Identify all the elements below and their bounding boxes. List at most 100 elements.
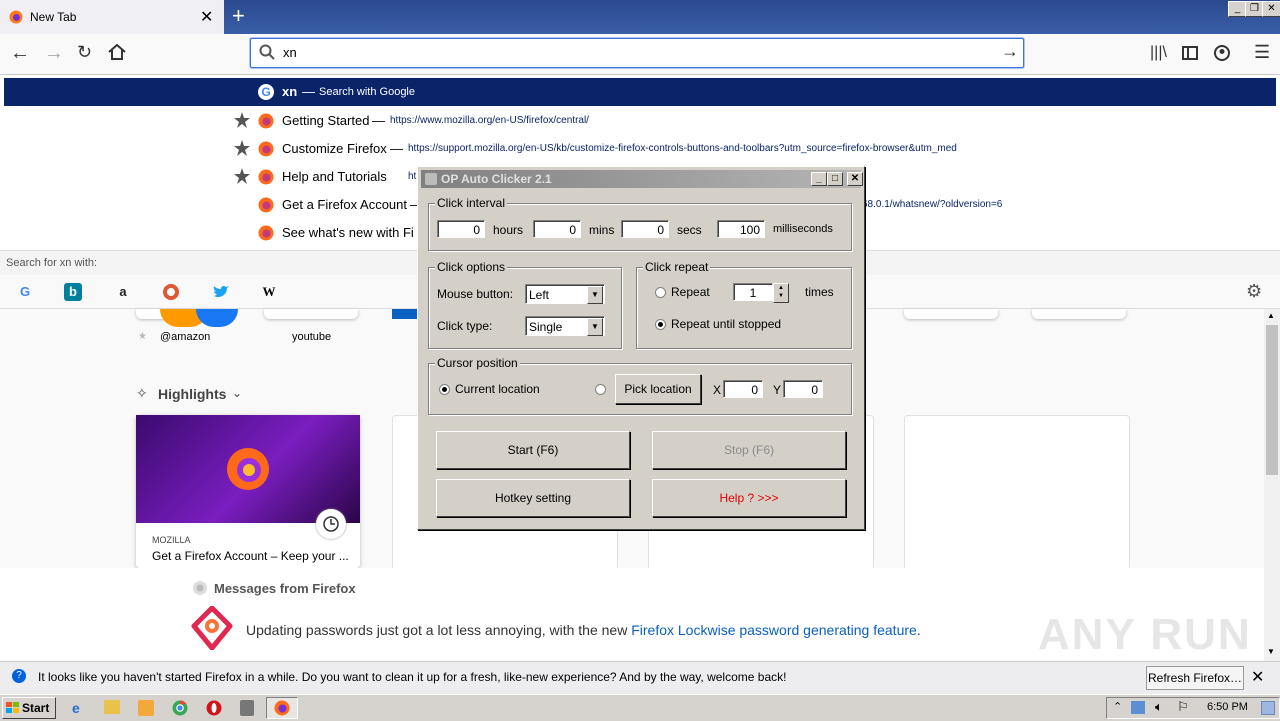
start-button[interactable]: Start (F6) bbox=[436, 431, 630, 469]
top-site-tile-youtube[interactable] bbox=[264, 309, 358, 319]
card-image bbox=[136, 415, 360, 523]
network-icon[interactable] bbox=[1131, 701, 1145, 714]
start-button[interactable]: Start bbox=[2, 697, 56, 719]
ie-icon[interactable]: e bbox=[72, 700, 88, 716]
go-arrow-icon[interactable]: → bbox=[1001, 41, 1019, 62]
start-label: Start bbox=[22, 701, 50, 715]
bing-engine-icon[interactable]: b bbox=[64, 283, 82, 301]
back-icon[interactable]: ← bbox=[10, 42, 30, 65]
url-bar[interactable]: xn → bbox=[250, 38, 1024, 68]
suggestion-row[interactable]: Getting Started — https://www.mozilla.or… bbox=[0, 107, 1280, 135]
scroll-up-arrow[interactable]: ▲ bbox=[1267, 311, 1275, 320]
folder-icon[interactable] bbox=[104, 700, 120, 714]
library-icon[interactable]: |||\ bbox=[1150, 44, 1167, 62]
mouse-button-select[interactable]: Left ▼ bbox=[525, 284, 605, 304]
current-location-radio[interactable] bbox=[439, 384, 450, 395]
stop-button[interactable]: Stop (F6) bbox=[652, 431, 846, 469]
suggestion-separator: — bbox=[302, 84, 315, 99]
hotkey-setting-button[interactable]: Hotkey setting bbox=[436, 479, 630, 517]
top-site-tile[interactable] bbox=[904, 309, 998, 319]
repeat-spinner[interactable]: ▲ ▼ bbox=[773, 283, 789, 303]
home-icon[interactable] bbox=[108, 44, 126, 60]
dialog-maximize-button[interactable]: □ bbox=[827, 172, 843, 186]
account-icon[interactable] bbox=[1214, 45, 1230, 61]
gear-icon[interactable]: ⚙ bbox=[1246, 281, 1262, 302]
volume-icon[interactable]: 🔈︎ bbox=[1155, 699, 1163, 715]
close-window-button[interactable]: ✕ bbox=[1262, 1, 1280, 17]
app-icon bbox=[425, 173, 437, 185]
message-text: Updating passwords just got a lot less a… bbox=[246, 622, 921, 638]
hours-input[interactable]: 0 bbox=[437, 220, 485, 238]
secs-input[interactable]: 0 bbox=[621, 220, 669, 238]
chevron-down-icon[interactable]: ⌄ bbox=[232, 386, 242, 400]
tab-new-tab[interactable]: New Tab ✕ bbox=[0, 0, 224, 34]
milliseconds-input[interactable]: 100 bbox=[717, 220, 765, 238]
help-button[interactable]: Help ? >>> bbox=[652, 479, 846, 517]
click-options-group: Click options Mouse button: Left ▼ Click… bbox=[428, 260, 622, 349]
tray-expand-icon[interactable]: ⌃ bbox=[1113, 700, 1122, 713]
firefox-icon bbox=[9, 10, 23, 24]
windows-logo-icon bbox=[6, 702, 20, 714]
dialog-minimize-button[interactable]: _ bbox=[811, 172, 827, 186]
firefox-small-icon bbox=[192, 580, 208, 596]
secs-label: secs bbox=[677, 223, 702, 237]
opera-icon[interactable] bbox=[206, 700, 222, 716]
message-link[interactable]: Firefox Lockwise password generating fea… bbox=[631, 622, 917, 638]
scroll-down-arrow[interactable]: ▼ bbox=[1267, 647, 1275, 656]
top-site-tile[interactable] bbox=[392, 309, 418, 319]
x-input[interactable]: 0 bbox=[723, 380, 763, 398]
flag-icon[interactable]: ⚐ bbox=[1177, 699, 1189, 715]
x-label: X bbox=[713, 383, 722, 397]
highlight-card[interactable]: MOZILLA Get a Firefox Account – Keep you… bbox=[136, 415, 360, 568]
firefox-icon bbox=[274, 700, 290, 716]
wikipedia-engine-icon[interactable]: W bbox=[260, 283, 278, 301]
repeat-radio[interactable] bbox=[655, 287, 666, 298]
highlight-card-placeholder bbox=[904, 415, 1130, 570]
chevron-down-icon[interactable]: ▼ bbox=[587, 286, 603, 304]
top-site-tile[interactable] bbox=[1032, 309, 1126, 319]
click-options-label: Click options bbox=[435, 260, 508, 274]
firefox-icon bbox=[258, 141, 274, 157]
refresh-firefox-button[interactable]: Refresh Firefox… bbox=[1146, 666, 1244, 690]
app-icon[interactable] bbox=[240, 700, 254, 716]
suggestion-url: Search with Google bbox=[319, 86, 415, 98]
dialog-titlebar[interactable]: OP Auto Clicker 2.1 _ □ ✕ bbox=[421, 170, 863, 188]
page-scrollbar[interactable]: ▲ ▼ bbox=[1264, 309, 1280, 661]
media-player-icon[interactable] bbox=[138, 700, 154, 716]
repeat-until-stopped-label: Repeat until stopped bbox=[671, 317, 782, 331]
menu-icon[interactable]: ☰ bbox=[1254, 42, 1270, 63]
notification-text: It looks like you haven't started Firefo… bbox=[38, 670, 787, 684]
taskbar-firefox-button[interactable] bbox=[266, 697, 298, 719]
reload-icon[interactable]: ↻ bbox=[77, 42, 92, 63]
amazon-engine-icon[interactable]: a bbox=[114, 283, 132, 301]
show-desktop-icon[interactable] bbox=[1261, 701, 1275, 715]
dialog-close-button[interactable]: ✕ bbox=[847, 172, 863, 186]
close-tab-icon[interactable]: ✕ bbox=[200, 7, 213, 27]
new-tab-button[interactable]: + bbox=[232, 3, 245, 29]
sidebar-icon[interactable] bbox=[1182, 46, 1198, 60]
highlights-heading[interactable]: Highlights bbox=[158, 386, 226, 402]
click-type-select[interactable]: Single ▼ bbox=[525, 316, 605, 336]
repeat-until-stopped-radio[interactable] bbox=[655, 319, 666, 330]
clock[interactable]: 6:50 PM bbox=[1207, 701, 1248, 713]
pick-location-button[interactable]: Pick location bbox=[615, 374, 701, 404]
url-input-value[interactable]: xn bbox=[283, 45, 297, 60]
forward-icon[interactable]: → bbox=[44, 42, 64, 65]
pin-icon: ★ bbox=[138, 331, 147, 342]
firefox-logo-icon bbox=[226, 447, 270, 491]
y-input[interactable]: 0 bbox=[783, 380, 823, 398]
repeat-count-input[interactable]: 1 bbox=[733, 283, 773, 301]
scroll-thumb[interactable] bbox=[1266, 325, 1278, 475]
chevron-down-icon[interactable]: ▼ bbox=[587, 318, 603, 336]
pick-location-radio[interactable] bbox=[595, 384, 606, 395]
google-engine-icon[interactable]: G bbox=[16, 283, 34, 301]
twitter-engine-icon[interactable] bbox=[212, 283, 230, 301]
chrome-icon[interactable] bbox=[172, 700, 188, 716]
suggestion-row[interactable]: Customize Firefox — https://support.mozi… bbox=[0, 135, 1280, 163]
bookmark-star-icon bbox=[234, 112, 250, 128]
duckduckgo-engine-icon[interactable] bbox=[162, 283, 180, 301]
close-notification-icon[interactable]: ✕ bbox=[1251, 667, 1264, 687]
suggestion-separator: — bbox=[372, 113, 385, 128]
mins-input[interactable]: 0 bbox=[533, 220, 581, 238]
suggestion-row[interactable]: G xn — Search with Google bbox=[4, 78, 1276, 106]
